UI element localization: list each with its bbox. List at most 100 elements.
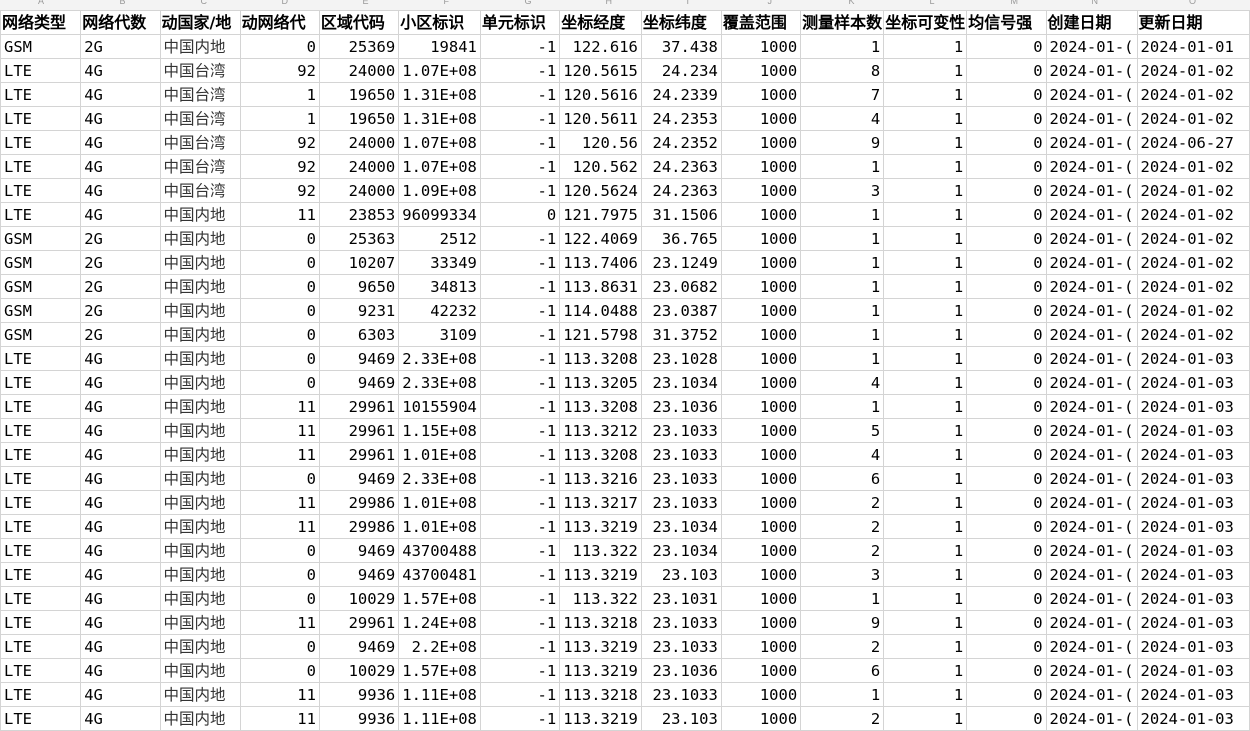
table-cell[interactable]: 1.15E+08 — [398, 418, 481, 443]
table-cell[interactable]: 10207 — [318, 250, 400, 275]
table-cell[interactable]: 43700481 — [398, 562, 481, 587]
header-cell[interactable]: 坐标经度 — [559, 10, 642, 35]
table-cell[interactable]: 4G — [80, 490, 161, 515]
table-cell[interactable]: LTE — [0, 178, 82, 203]
table-cell[interactable]: 4G — [80, 658, 161, 683]
table-cell[interactable]: 31.1506 — [640, 202, 722, 227]
table-cell[interactable]: 中国台湾 — [159, 154, 241, 179]
table-cell[interactable]: 1 — [883, 442, 968, 467]
table-cell[interactable]: 6 — [800, 466, 885, 491]
table-cell[interactable]: 0 — [966, 514, 1047, 539]
table-cell[interactable]: 中国台湾 — [159, 130, 241, 155]
table-cell[interactable]: 24.2363 — [640, 154, 722, 179]
table-cell[interactable]: 120.5615 — [559, 58, 642, 83]
header-cell[interactable]: 网络代数 — [80, 10, 161, 35]
table-cell[interactable]: 1.07E+08 — [398, 58, 481, 83]
table-cell[interactable]: 9469 — [318, 634, 400, 659]
table-cell[interactable]: 10029 — [318, 658, 400, 683]
table-cell[interactable]: 0 — [966, 610, 1047, 635]
table-cell[interactable]: 0 — [966, 154, 1047, 179]
table-cell[interactable]: 2024-01-( — [1045, 682, 1138, 707]
table-cell[interactable]: 1000 — [720, 706, 802, 731]
table-cell[interactable]: 0 — [239, 34, 320, 59]
table-cell[interactable]: 1000 — [720, 442, 802, 467]
table-cell[interactable]: -1 — [479, 682, 561, 707]
table-cell[interactable]: 23853 — [318, 202, 400, 227]
table-cell[interactable]: 2024-01-( — [1045, 658, 1138, 683]
table-cell[interactable]: 1 — [883, 34, 968, 59]
table-cell[interactable]: 0 — [966, 130, 1047, 155]
table-cell[interactable]: 1000 — [720, 610, 802, 635]
table-cell[interactable]: 1000 — [720, 466, 802, 491]
table-cell[interactable]: 4 — [800, 106, 885, 131]
table-cell[interactable]: 2024-01-03 — [1136, 514, 1250, 539]
table-cell[interactable]: -1 — [479, 658, 561, 683]
table-cell[interactable]: 113.3219 — [559, 514, 642, 539]
table-cell[interactable]: 0 — [966, 586, 1047, 611]
table-cell[interactable]: 9231 — [318, 298, 400, 323]
table-cell[interactable]: 1 — [883, 82, 968, 107]
table-cell[interactable]: LTE — [0, 346, 82, 371]
table-cell[interactable]: 11 — [239, 394, 320, 419]
table-cell[interactable]: 2024-01-03 — [1136, 442, 1250, 467]
table-cell[interactable]: 中国内地 — [159, 298, 241, 323]
table-cell[interactable]: 25369 — [318, 34, 400, 59]
table-cell[interactable]: 1.07E+08 — [398, 154, 481, 179]
table-cell[interactable]: 8 — [800, 58, 885, 83]
table-cell[interactable]: 24.2363 — [640, 178, 722, 203]
table-cell[interactable]: 23.1033 — [640, 682, 722, 707]
table-cell[interactable]: 9936 — [318, 706, 400, 731]
table-cell[interactable]: LTE — [0, 658, 82, 683]
table-cell[interactable]: -1 — [479, 58, 561, 83]
table-cell[interactable]: 43700488 — [398, 538, 481, 563]
table-cell[interactable]: 1000 — [720, 250, 802, 275]
table-cell[interactable]: GSM — [0, 34, 82, 59]
table-cell[interactable]: 2024-01-03 — [1136, 706, 1250, 731]
table-cell[interactable]: 1.01E+08 — [398, 442, 481, 467]
table-cell[interactable]: 0 — [239, 322, 320, 347]
table-cell[interactable]: 122.616 — [559, 34, 642, 59]
table-cell[interactable]: 113.3219 — [559, 634, 642, 659]
table-cell[interactable]: 0 — [966, 58, 1047, 83]
table-cell[interactable]: 0 — [966, 106, 1047, 131]
table-cell[interactable]: 113.3219 — [559, 706, 642, 731]
table-cell[interactable]: 1 — [883, 706, 968, 731]
table-cell[interactable]: LTE — [0, 202, 82, 227]
table-cell[interactable]: 4G — [80, 442, 161, 467]
table-cell[interactable]: 29961 — [318, 394, 400, 419]
table-cell[interactable]: 0 — [239, 250, 320, 275]
table-cell[interactable]: 1 — [883, 250, 968, 275]
table-cell[interactable]: LTE — [0, 154, 82, 179]
table-cell[interactable]: 11 — [239, 442, 320, 467]
table-cell[interactable]: 1.11E+08 — [398, 706, 481, 731]
table-cell[interactable]: 中国内地 — [159, 226, 241, 251]
table-cell[interactable]: -1 — [479, 706, 561, 731]
table-cell[interactable]: 1 — [239, 82, 320, 107]
table-cell[interactable]: 0 — [479, 202, 561, 227]
table-cell[interactable]: 2024-01-( — [1045, 394, 1138, 419]
table-cell[interactable]: 9469 — [318, 466, 400, 491]
table-cell[interactable]: 1000 — [720, 82, 802, 107]
table-cell[interactable]: 0 — [966, 298, 1047, 323]
table-cell[interactable]: 1 — [800, 250, 885, 275]
table-cell[interactable]: -1 — [479, 490, 561, 515]
table-cell[interactable]: 4G — [80, 106, 161, 131]
table-cell[interactable]: 1000 — [720, 562, 802, 587]
table-cell[interactable]: 4G — [80, 682, 161, 707]
table-cell[interactable]: LTE — [0, 370, 82, 395]
table-cell[interactable]: 1000 — [720, 178, 802, 203]
table-cell[interactable]: 中国内地 — [159, 658, 241, 683]
table-cell[interactable]: 0 — [239, 586, 320, 611]
table-cell[interactable]: 1000 — [720, 58, 802, 83]
table-cell[interactable]: 2024-01-( — [1045, 298, 1138, 323]
table-cell[interactable]: 1000 — [720, 514, 802, 539]
table-cell[interactable]: 1000 — [720, 202, 802, 227]
table-cell[interactable]: 0 — [966, 634, 1047, 659]
table-cell[interactable]: 中国内地 — [159, 370, 241, 395]
table-cell[interactable]: 0 — [966, 394, 1047, 419]
table-cell[interactable]: LTE — [0, 82, 82, 107]
table-cell[interactable]: 9469 — [318, 538, 400, 563]
table-cell[interactable]: 1000 — [720, 586, 802, 611]
table-cell[interactable]: 7 — [800, 82, 885, 107]
column-letter-F[interactable]: F — [444, 0, 450, 6]
